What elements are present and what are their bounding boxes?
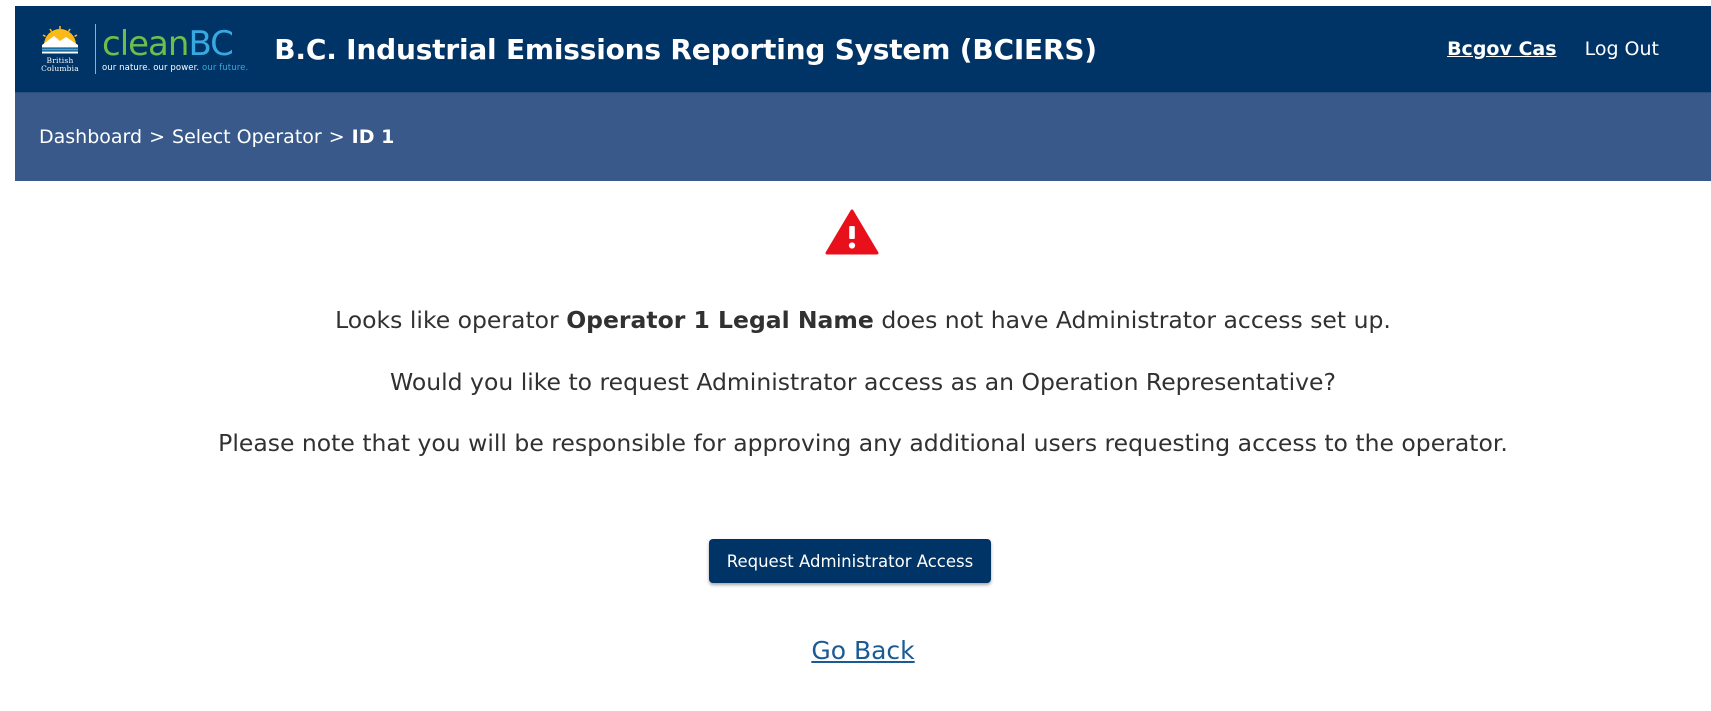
bc-logo-text: British Columbia [41, 57, 79, 73]
access-message: Looks like operator Operator 1 Legal Nam… [15, 306, 1711, 334]
logo-group[interactable]: British Columbia cleanBC our nature. our… [31, 19, 248, 79]
bc-logo-line2: Columbia [41, 64, 79, 73]
app-title: B.C. Industrial Emissions Reporting Syst… [274, 32, 1097, 66]
breadcrumb: Dashboard > Select Operator > ID 1 [15, 93, 1711, 181]
main-content: Looks like operator Operator 1 Legal Nam… [15, 181, 1711, 706]
sun-mountain-icon [42, 26, 78, 54]
go-back-link[interactable]: Go Back [811, 636, 914, 665]
cleanbc-tagline-end: our future. [202, 62, 249, 73]
user-profile-link[interactable]: Bcgov Cas [1447, 38, 1556, 60]
breadcrumb-item-dashboard[interactable]: Dashboard [39, 126, 142, 148]
request-question: Would you like to request Administrator … [390, 368, 1336, 396]
breadcrumb-separator: > [149, 126, 166, 148]
request-admin-access-button[interactable]: Request Administrator Access [709, 539, 991, 583]
access-message-suffix: does not have Administrator access set u… [873, 306, 1391, 334]
cleanbc-word-clean: clean [102, 23, 189, 64]
warning-triangle-icon [825, 209, 879, 255]
breadcrumb-separator: > [328, 126, 345, 148]
cleanbc-tagline: our nature. our power. our future. [102, 63, 248, 73]
header-user-menu: Bcgov Cas Log Out [1447, 6, 1659, 92]
breadcrumb-current: ID 1 [351, 126, 395, 148]
top-header: British Columbia cleanBC our nature. our… [15, 6, 1711, 93]
go-back-container: Go Back [15, 636, 1711, 665]
operator-name: Operator 1 Legal Name [566, 306, 874, 334]
responsibility-note: Please note that you will be responsible… [218, 429, 1508, 457]
cleanbc-wordmark: cleanBC [102, 26, 248, 62]
cleanbc-logo: cleanBC our nature. our power. our futur… [102, 20, 248, 78]
bc-government-logo: British Columbia [31, 20, 89, 78]
cleanbc-word-bc: BC [188, 23, 233, 64]
cleanbc-tagline-start: our nature. our power. [102, 62, 203, 73]
breadcrumb-item-select-operator[interactable]: Select Operator [172, 126, 322, 148]
logout-link[interactable]: Log Out [1585, 38, 1659, 60]
access-message-prefix: Looks like operator [335, 306, 567, 334]
logo-divider [95, 24, 96, 74]
app-frame: British Columbia cleanBC our nature. our… [15, 6, 1711, 711]
